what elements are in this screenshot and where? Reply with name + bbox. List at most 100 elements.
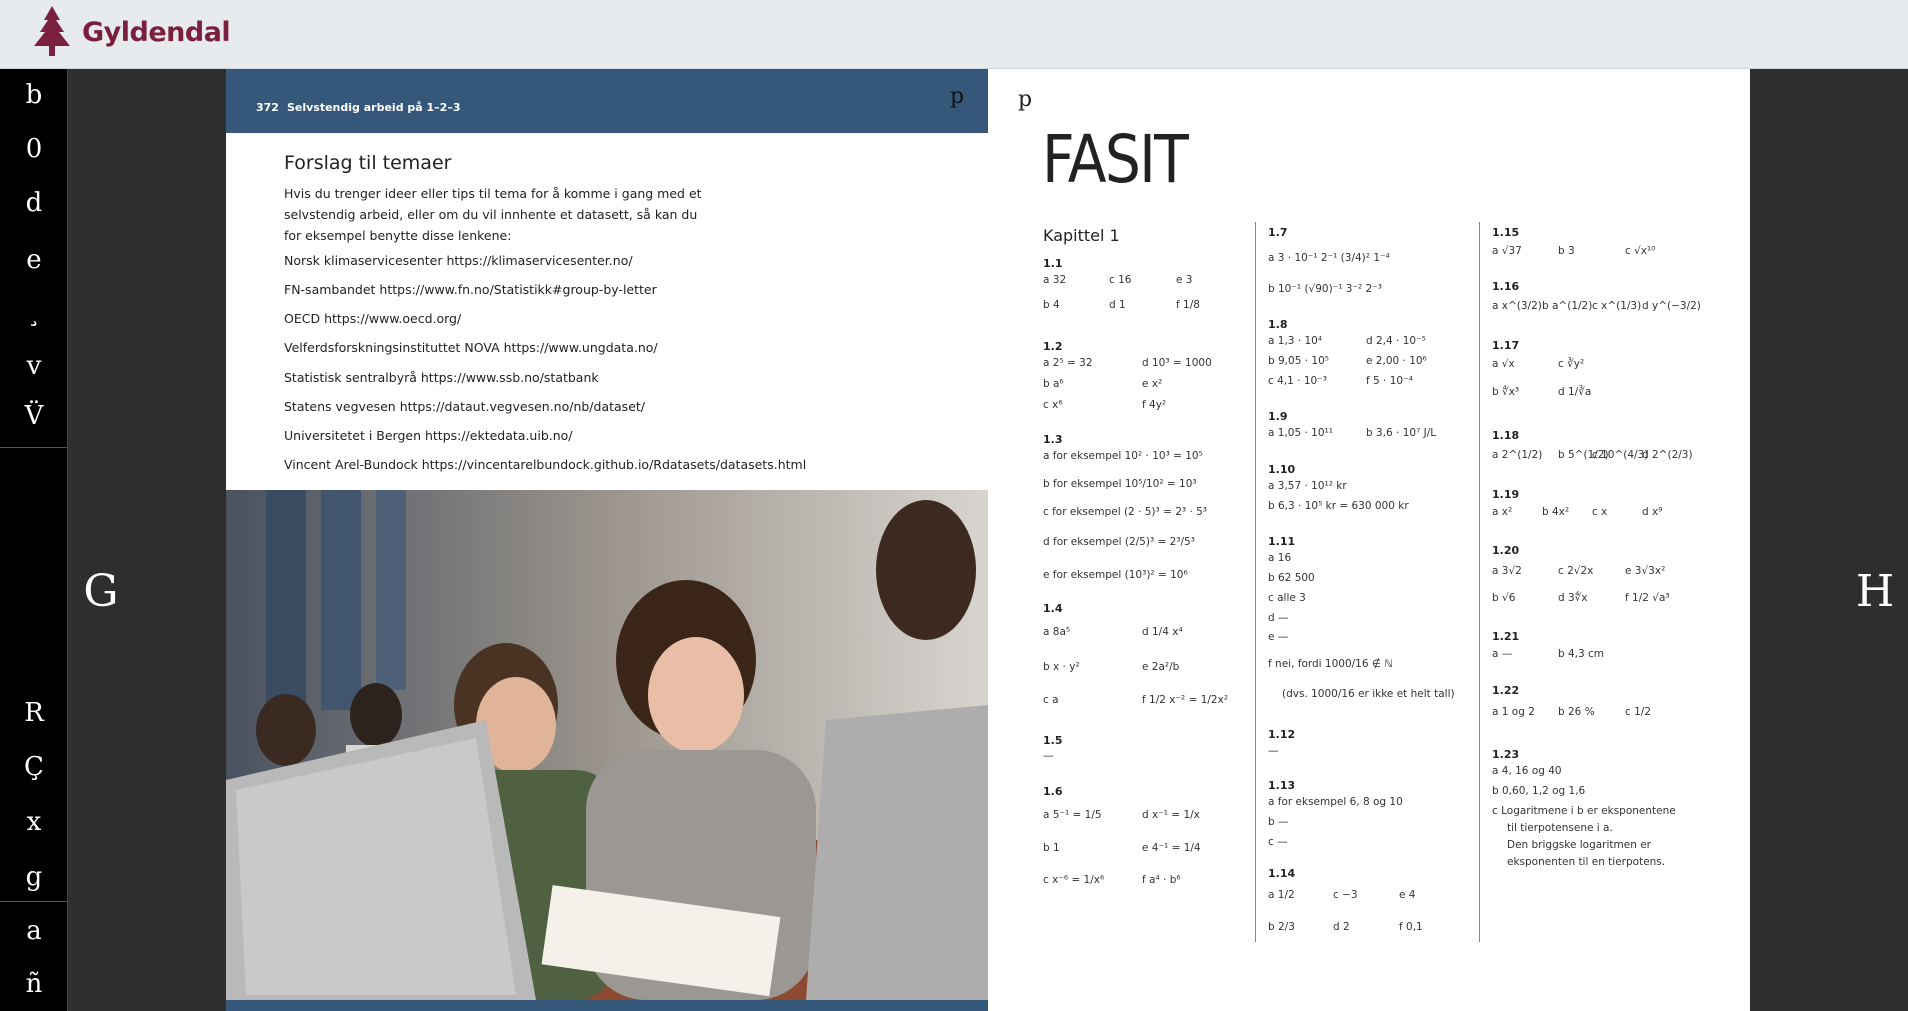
sidebar-button-3[interactable]: d <box>0 177 68 229</box>
exercise-number: 1.14 <box>1268 867 1296 880</box>
answer: e 4 <box>1399 889 1416 901</box>
answer: e for eksempel (10³)² = 10⁶ <box>1043 569 1188 581</box>
answer: f 4y² <box>1142 399 1167 411</box>
page-footer-bar <box>226 1000 988 1011</box>
answer: a 8a⁵ <box>1043 626 1071 638</box>
answer: c x^(1/3) <box>1592 300 1642 312</box>
sidebar-button-5[interactable]: ¸ <box>0 287 68 339</box>
resource-link[interactable]: Universitetet i Bergen https://ektedata.… <box>284 428 573 443</box>
answer: c a <box>1043 694 1059 706</box>
answer: f 1/2 √a³ <box>1625 592 1670 604</box>
answer: c alle 3 <box>1268 592 1306 604</box>
answer: a 1 og 2 <box>1492 706 1535 718</box>
resource-link[interactable]: Norsk klimaservicesenter https://klimase… <box>284 253 633 268</box>
exercise-number: 1.15 <box>1492 226 1520 239</box>
answer: (dvs. 1000/16 er ikke et helt tall) <box>1282 688 1455 700</box>
answer: b a^(1/2) <box>1542 300 1593 312</box>
sidebar-button-10[interactable]: x <box>0 796 68 848</box>
resource-link[interactable]: Velferdsforskningsinstituttet NOVA https… <box>284 340 658 355</box>
sidebar-button-4[interactable]: e <box>0 234 68 286</box>
resource-link[interactable]: FN-sambandet https://www.fn.no/Statistik… <box>284 282 657 297</box>
answer: b 9,05 · 10⁵ <box>1268 355 1329 367</box>
answer: a √x <box>1492 358 1515 370</box>
answer: b 2/3 <box>1268 921 1295 933</box>
answer: c for eksempel (2 · 5)³ = 2³ · 5³ <box>1043 506 1208 518</box>
answer: c 4,1 · 10⁻³ <box>1268 375 1327 387</box>
running-head-title: Selvstendig arbeid på 1–2–3 <box>286 101 461 114</box>
exercise-number: 1.3 <box>1043 433 1063 446</box>
sidebar-button-9[interactable]: Ç <box>0 741 68 793</box>
answer: e 3 <box>1176 274 1193 286</box>
exercise-number: 1.8 <box>1268 318 1288 331</box>
sidebar-button-2[interactable]: 0 <box>0 123 68 175</box>
answer: b ∜x³ <box>1492 386 1520 398</box>
answer: e 3√3x² <box>1625 565 1666 577</box>
exercise-number: 1.2 <box>1043 340 1063 353</box>
page-title: FASIT <box>1042 121 1189 198</box>
answer: c 2√2x <box>1558 565 1594 577</box>
exercise-number: 1.10 <box>1268 463 1296 476</box>
resource-link[interactable]: Vincent Arel-Bundock https://vincentarel… <box>284 457 806 472</box>
answer: b x · y² <box>1043 661 1080 673</box>
answer: a 1,05 · 10¹¹ <box>1268 427 1333 439</box>
answer: b — <box>1268 816 1289 828</box>
photo-illustration <box>226 490 988 1000</box>
answer: d 3∜x <box>1558 592 1588 604</box>
exercise-number: 1.11 <box>1268 535 1296 548</box>
exercise-number: 1.21 <box>1492 630 1520 643</box>
answer: f 1/8 <box>1176 299 1200 311</box>
resource-link[interactable]: OECD https://www.oecd.org/ <box>284 311 461 326</box>
answer: a for eksempel 10² · 10³ = 10⁵ <box>1043 450 1203 462</box>
sidebar-button-12[interactable]: a <box>0 905 68 957</box>
answer: a 1/2 <box>1268 889 1295 901</box>
sidebar-button-7[interactable]: V̈ <box>0 390 68 442</box>
answer: til tierpotensene i a. <box>1507 822 1613 834</box>
answer: b 4 <box>1043 299 1060 311</box>
answer: d 2 <box>1333 921 1350 933</box>
answer: e 2,00 · 10⁶ <box>1366 355 1427 367</box>
students-photo <box>226 490 988 1000</box>
answer: d x⁹ <box>1642 506 1663 518</box>
answer: d 10³ = 1000 <box>1142 357 1212 369</box>
tree-icon <box>34 6 70 56</box>
brand-name: Gyldendal <box>82 16 231 48</box>
answer: a 5⁻¹ = 1/5 <box>1043 809 1102 821</box>
answer: b a⁶ <box>1043 378 1064 390</box>
answer: c 10^(4/3) <box>1592 449 1649 461</box>
sidebar-button-8[interactable]: R <box>0 687 68 739</box>
answer: a 2⁵ = 32 <box>1043 357 1093 369</box>
resource-link[interactable]: Statens vegvesen https://dataut.vegvesen… <box>284 399 645 414</box>
sidebar-button-1[interactable]: b <box>0 69 68 121</box>
answer: e x² <box>1142 378 1163 390</box>
answer: d 1/∛a <box>1558 386 1592 398</box>
answer: b 0,60, 1,2 og 1,6 <box>1492 785 1586 797</box>
answer: c Logaritmene i b er eksponentene <box>1492 805 1676 817</box>
resource-link[interactable]: Statistisk sentralbyrå https://www.ssb.n… <box>284 370 599 385</box>
sidebar-divider <box>0 901 68 902</box>
sidebar-divider <box>0 447 68 448</box>
answer: c −3 <box>1333 889 1358 901</box>
answer: eksponenten til en tierpotens. <box>1507 856 1666 868</box>
top-bar: Gyldendal <box>0 0 1908 69</box>
previous-page-button[interactable]: G <box>66 566 136 617</box>
next-page-button[interactable]: H <box>1840 566 1908 617</box>
answer: c 1/2 <box>1625 706 1652 718</box>
exercise-number: 1.20 <box>1492 544 1520 557</box>
answer: b 26 % <box>1558 706 1595 718</box>
answer: c ∛y² <box>1558 358 1585 370</box>
sidebar-button-6[interactable]: v <box>0 340 68 392</box>
sidebar-button-11[interactable]: g <box>0 851 68 903</box>
exercise-number: 1.6 <box>1043 785 1063 798</box>
page-number: 372 <box>256 101 279 114</box>
brand-logo[interactable]: Gyldendal <box>30 4 231 60</box>
sidebar-button-13[interactable]: ñ <box>0 958 68 1010</box>
answer: d 1 <box>1109 299 1126 311</box>
answer: f 5 · 10⁻⁴ <box>1366 375 1413 387</box>
running-header: 372 Selvstendig arbeid på 1–2–3 p <box>226 69 988 133</box>
answer: d 1/4 x⁴ <box>1142 626 1183 638</box>
answer: a for eksempel 6, 8 og 10 <box>1268 796 1403 808</box>
answer: c x <box>1592 506 1608 518</box>
answer: d 2,4 · 10⁻⁵ <box>1366 335 1426 347</box>
exercise-number: 1.19 <box>1492 488 1520 501</box>
answer: e 4⁻¹ = 1/4 <box>1142 842 1201 854</box>
